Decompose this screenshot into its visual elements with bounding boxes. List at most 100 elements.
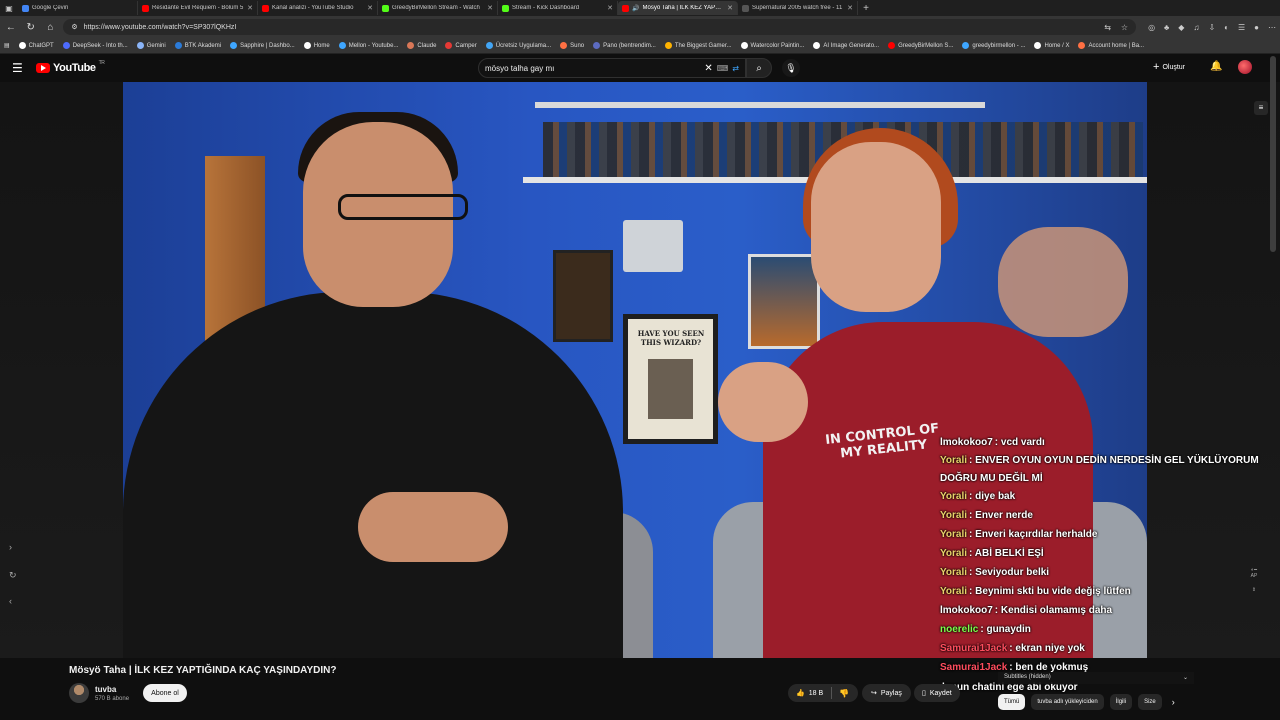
hands: [998, 227, 1128, 337]
browser-tab[interactable]: Supernatural 2005 watch free - 11 ✕: [738, 1, 858, 15]
bookmark-item[interactable]: Pano (bentrendim...: [593, 42, 656, 49]
extension-icon[interactable]: ♣: [1164, 23, 1169, 32]
new-tab-button[interactable]: +: [858, 3, 874, 14]
back-icon[interactable]: ←: [4, 22, 18, 33]
browser-tab-active[interactable]: 🔊 Mösyö Taha | İLK KEZ YAPTIĞ ✕: [618, 1, 738, 15]
bookmark-item[interactable]: Suno: [560, 42, 584, 49]
bookmark-item[interactable]: ChatGPT: [18, 42, 54, 49]
extension-icon[interactable]: ◎: [1148, 23, 1155, 32]
close-tab-icon[interactable]: ✕: [487, 4, 493, 12]
browser-tab[interactable]: GreedyBirMellon Stream - Watch ✕: [378, 1, 498, 15]
bookmark-item[interactable]: DeepSeek - Into th...: [62, 42, 128, 49]
close-tab-icon[interactable]: ✕: [727, 4, 733, 12]
bookmark-label: Watercolor Paintin...: [750, 42, 805, 49]
subtitles-hidden-bar[interactable]: Subtitles (hidden) ⌄: [998, 672, 1194, 684]
bookmark-item[interactable]: Mellon - Youtube...: [338, 42, 398, 49]
channel-avatar[interactable]: [69, 683, 89, 703]
close-tab-icon[interactable]: ✕: [847, 4, 853, 12]
bookmark-item[interactable]: greedybirmellon - ...: [962, 42, 1025, 49]
chat-text: : ekran niye yok: [1009, 643, 1085, 654]
voice-search-button[interactable]: 🎙: [782, 59, 800, 77]
bookmark-item[interactable]: The Biggest Gamer...: [664, 42, 732, 49]
chevron-left-icon[interactable]: ‹: [9, 596, 12, 606]
chip-related[interactable]: İlgili: [1109, 694, 1133, 710]
share-button[interactable]: ↪ Paylaş: [862, 684, 911, 702]
chevron-down-icon[interactable]: ⌄: [1183, 674, 1188, 682]
notifications-bell-icon[interactable]: 🔔: [1210, 61, 1222, 72]
translate-icon[interactable]: ⇆: [1104, 23, 1111, 32]
bookmark-item[interactable]: AI Image Generato...: [813, 42, 879, 49]
like-dislike-group: 👍 18 B 👎: [788, 684, 858, 702]
scrollbar[interactable]: [1270, 56, 1276, 252]
translate-icon[interactable]: ⇄: [732, 64, 739, 73]
search-input[interactable]: mösyo talha gay mı: [485, 64, 554, 73]
extension-icon[interactable]: ♫: [1193, 23, 1199, 32]
youtube-logo[interactable]: YouTube TR: [36, 60, 105, 74]
bookmark-item[interactable]: Home: [303, 42, 330, 49]
tab-search-icon[interactable]: ▣: [0, 4, 18, 13]
keyboard-icon[interactable]: ⌨: [717, 64, 729, 73]
create-button[interactable]: + Oluştur: [1153, 61, 1185, 73]
plus-icon: +: [1153, 61, 1160, 73]
create-label: Oluştur: [1162, 63, 1185, 71]
site-info-icon[interactable]: ⚙: [71, 23, 77, 31]
save-button[interactable]: ▯ Kaydet: [914, 684, 960, 702]
extension-icon[interactable]: ◆: [1178, 23, 1184, 32]
playlist-icon[interactable]: ≡: [1254, 101, 1268, 115]
search-box[interactable]: mösyo talha gay mı ✕ ⌨ ⇄: [478, 58, 746, 78]
close-tab-icon[interactable]: ✕: [607, 4, 613, 12]
bookmark-label: Camper: [455, 42, 477, 49]
chevron-right-icon[interactable]: ›: [1172, 697, 1175, 707]
chip-all[interactable]: Tümü: [998, 694, 1026, 710]
search-button[interactable]: ⌕: [746, 58, 772, 78]
bookmark-label: Sapphire | Dashbo...: [240, 42, 295, 49]
bookmark-item[interactable]: Home / X: [1034, 42, 1069, 49]
chevron-right-icon[interactable]: ›: [9, 542, 12, 552]
chip-from-uploader[interactable]: tuvba adlı yükleyiciden: [1031, 694, 1104, 710]
speaker-icon[interactable]: 🔊: [632, 5, 639, 12]
bookmark-item[interactable]: Camper: [445, 42, 477, 49]
bookmarks-folder-icon[interactable]: ▤: [4, 42, 10, 49]
close-tab-icon[interactable]: ✕: [247, 4, 253, 12]
dislike-button[interactable]: 👎: [832, 689, 856, 698]
bookmark-item[interactable]: Account home | Ba...: [1078, 42, 1144, 49]
bookmark-star-icon[interactable]: ☆: [1121, 23, 1128, 32]
bookmark-item[interactable]: Gemini: [136, 42, 166, 49]
home-icon[interactable]: ⌂: [44, 22, 58, 33]
bookmark-item[interactable]: Watercolor Paintin...: [740, 42, 805, 49]
tab-label: Kanal analizi - YouTube Studio: [272, 5, 354, 11]
bookmark-item[interactable]: BTK Akademi: [174, 42, 222, 49]
chat-username: lmokokoo7: [940, 605, 993, 616]
chat-message: Yorali: diye bak: [940, 488, 1270, 506]
subscribe-button[interactable]: Abone ol: [143, 684, 187, 702]
browser-tab[interactable]: Kanal analizi - YouTube Studio ✕: [258, 1, 378, 15]
like-button[interactable]: 👍 18 B: [788, 687, 833, 699]
extension-icon[interactable]: ◐: [1224, 23, 1229, 32]
close-tab-icon[interactable]: ✕: [367, 4, 373, 12]
refresh-icon[interactable]: ↻: [9, 570, 17, 581]
bookmark-item[interactable]: Sapphire | Dashbo...: [230, 42, 295, 49]
bookmark-favicon-icon: [1034, 42, 1042, 49]
bookmark-icon: ▯: [922, 690, 926, 697]
avatar[interactable]: [1238, 60, 1252, 74]
chat-message: noerelic: gunaydin: [940, 621, 1270, 639]
clear-search-icon[interactable]: ✕: [704, 63, 712, 74]
more-menu-icon[interactable]: ⋯: [1268, 23, 1276, 32]
bookmark-item[interactable]: Claude: [407, 42, 436, 49]
menu-icon[interactable]: ☰: [12, 62, 24, 74]
bookmark-item[interactable]: Ücretsiz Uygulama...: [485, 42, 551, 49]
bookmark-item[interactable]: GreedyBirMellon S...: [888, 42, 953, 49]
browser-tab[interactable]: Residante Evil Requiem - Bölüm 5 ✕: [138, 1, 258, 15]
person-left: [123, 292, 623, 658]
reload-icon[interactable]: ↻: [24, 22, 38, 33]
extension-icon[interactable]: ☰: [1238, 23, 1245, 32]
profile-icon[interactable]: ●: [1254, 23, 1259, 32]
download-icon[interactable]: ⇩: [1208, 23, 1215, 32]
browser-tab[interactable]: Google Çeviri: [18, 1, 138, 15]
tab-favicon-icon: [262, 4, 269, 12]
bookmark-label: BTK Akademi: [184, 42, 222, 49]
channel-name[interactable]: tuvba: [95, 685, 116, 694]
chip-for-you[interactable]: Size: [1138, 694, 1162, 710]
browser-tab[interactable]: Stream - Kick Dashboard ✕: [498, 1, 618, 15]
url-input[interactable]: ⚙ https://www.youtube.com/watch?v=SP307l…: [63, 19, 1137, 35]
